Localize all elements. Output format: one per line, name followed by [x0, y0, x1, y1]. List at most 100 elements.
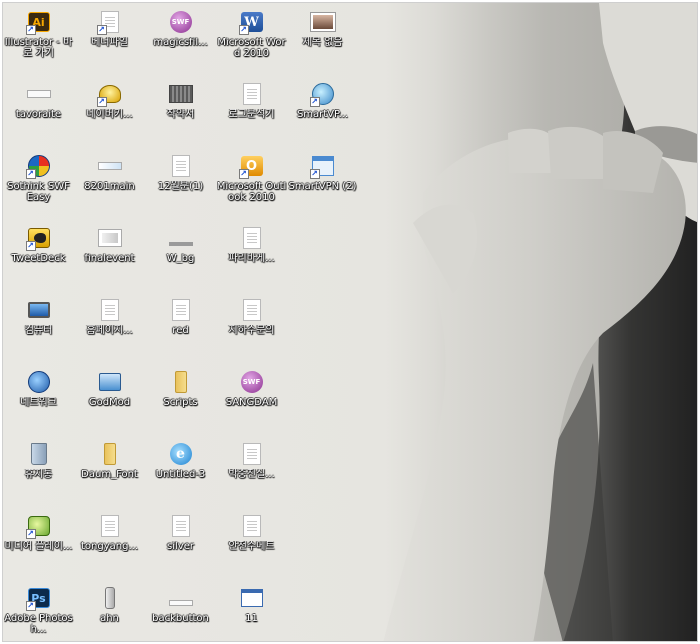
desktop-icon-11[interactable]: 11 — [216, 585, 287, 641]
desktop[interactable]: Ai ↗ Illustrator - 바로 가기 ↗ 베너파일 SWF magi… — [2, 2, 698, 642]
desktop-icon-label: 제목 없음 — [302, 37, 343, 48]
desktop-empty-slot — [287, 513, 358, 585]
recycle-bin-icon — [26, 441, 52, 467]
desktop-icon-label: Untitled-3 — [155, 469, 206, 480]
desktop-icon-label: 파리바게... — [228, 253, 275, 264]
shortcut-arrow-icon: ↗ — [309, 169, 320, 179]
desktop-icon-smartvpn-2[interactable]: ↗ SmartVPN (2) — [287, 153, 358, 225]
desktop-icon-label: W_bg — [166, 253, 195, 264]
ahnlab-icon — [97, 585, 123, 611]
sothink-icon: ↗ — [25, 153, 52, 179]
desktop-icon-scripts[interactable]: Scripts — [145, 369, 216, 441]
desktop-icon-magicsfil[interactable]: SWF magicsfil... — [145, 9, 216, 81]
desktop-icon-label: GodMod — [88, 397, 131, 408]
desktop-icon-sothink-swf-easy[interactable]: ↗ Sothink SWF Easy — [3, 153, 74, 225]
document-icon — [168, 153, 194, 179]
desktop-icon-outlook-2010[interactable]: O ↗ Microsoft Outlook 2010 — [216, 153, 287, 225]
desktop-icon-godmod[interactable]: GodMod — [74, 369, 145, 441]
shortcut-arrow-icon: ↗ — [238, 169, 249, 179]
desktop-icon-label: Adobe Photosh... — [4, 613, 73, 635]
document-icon — [97, 297, 123, 323]
desktop-icon-tongyang[interactable]: tongyang... — [74, 513, 145, 585]
desktop-empty-slot — [287, 585, 358, 641]
desktop-icon-ahn[interactable]: ahn — [74, 585, 145, 641]
document-icon — [168, 513, 194, 539]
desktop-icon-8201main[interactable]: 8201main — [74, 153, 145, 225]
document-icon — [239, 225, 265, 251]
desktop-icon-silver[interactable]: silver — [145, 513, 216, 585]
desktop-icon-tavoraite[interactable]: tavoraite — [3, 81, 74, 153]
desktop-icon-label: 로그분석기 — [228, 109, 275, 120]
desktop-icon-network[interactable]: 네트워크 — [3, 369, 74, 441]
desktop-empty-slot — [287, 369, 358, 441]
shortcut-arrow-icon: ↗ — [25, 241, 36, 251]
desktop-icon-label: 휴지통 — [24, 469, 53, 480]
folder-icon — [97, 441, 123, 467]
file-strip-icon — [97, 153, 123, 179]
desktop-icon-smartvpn[interactable]: ↗ SmartVP... — [287, 81, 358, 153]
desktop-icon-label: 8201main — [84, 181, 135, 192]
desktop-icon-label: 12월분(1) — [157, 181, 204, 192]
desktop-icon-naver-key[interactable]: ↗ 네이버키... — [74, 81, 145, 153]
desktop-icon-banner-file[interactable]: ↗ 베너파일 — [74, 9, 145, 81]
desktop-icon-photoshop[interactable]: Ps ↗ Adobe Photosh... — [3, 585, 74, 641]
desktop-icon-label: tongyang... — [81, 541, 138, 552]
godmode-icon — [97, 369, 123, 395]
desktop-icon-illustrator[interactable]: Ai ↗ Illustrator - 바로 가기 — [3, 9, 74, 81]
desktop-icon-media-player[interactable]: ↗ 미디어 플레이... — [3, 513, 74, 585]
tweetdeck-icon: ↗ — [25, 225, 52, 251]
desktop-icon-label: Illustrator - 바로 가기 — [4, 37, 73, 59]
desktop-icon-safety-meter[interactable]: 안전수메트 — [216, 513, 287, 585]
shortcut-arrow-icon: ↗ — [25, 529, 36, 539]
desktop-icon-daum-font[interactable]: Daum_Font — [74, 441, 145, 513]
desktop-icon-untitled-3[interactable]: e Untitled-3 — [145, 441, 216, 513]
internet-explorer-icon: e — [168, 441, 194, 467]
desktop-icon-w-bg[interactable]: W_bg — [145, 225, 216, 297]
network-icon — [26, 369, 52, 395]
desktop-icon-label: red — [172, 325, 189, 336]
shortcut-arrow-icon: ↗ — [25, 25, 36, 35]
folder-icon — [168, 369, 194, 395]
desktop-icon-label: finalevent — [84, 253, 135, 264]
desktop-icon-december-1[interactable]: 12월분(1) — [145, 153, 216, 225]
desktop-icon-untitled-image[interactable]: 제목 없음 — [287, 9, 358, 81]
desktop-icon-bakjungjinsil[interactable]: 박중진실... — [216, 441, 287, 513]
window-file-icon — [239, 585, 265, 611]
desktop-icon-label: Scripts — [163, 397, 198, 408]
document-icon — [239, 441, 265, 467]
desktop-icon-label: SmartVP... — [296, 109, 349, 120]
image-thumbnail-icon — [309, 9, 336, 35]
shortcut-arrow-icon: ↗ — [25, 169, 36, 179]
desktop-icon-label: Microsoft Word 2010 — [217, 37, 286, 59]
naver-key-icon: ↗ — [96, 81, 123, 107]
document-icon — [239, 297, 265, 323]
desktop-icon-word-2010[interactable]: W ↗ Microsoft Word 2010 — [216, 9, 287, 81]
document-icon — [168, 297, 194, 323]
desktop-icon-recycle-bin[interactable]: 휴지통 — [3, 441, 74, 513]
desktop-icon-label: 박중진실... — [228, 469, 275, 480]
desktop-icon-computer[interactable]: 컴퓨터 — [3, 297, 74, 369]
desktop-icon-label: TweetDeck — [11, 253, 66, 264]
desktop-empty-slot — [287, 441, 358, 513]
document-icon — [239, 81, 265, 107]
desktop-icon-label: 네이버키... — [86, 109, 133, 120]
desktop-icon-jakyakseo[interactable]: 작약서 — [145, 81, 216, 153]
desktop-icon-groundwater-inquiry[interactable]: 지하수문의 — [216, 297, 287, 369]
desktop-icon-paris-baguette[interactable]: 파리바게... — [216, 225, 287, 297]
smartvpn-icon: ↗ — [309, 81, 336, 107]
desktop-icon-label: 네트워크 — [20, 397, 57, 408]
desktop-icon-homepage[interactable]: 홈페이지... — [74, 297, 145, 369]
desktop-icon-backbutton[interactable]: backbutton — [145, 585, 216, 641]
desktop-icon-label: 베너파일 — [91, 37, 128, 48]
desktop-icon-label: 홈페이지... — [86, 325, 133, 336]
desktop-icon-finalevent[interactable]: finalevent — [74, 225, 145, 297]
file-strip-icon — [168, 585, 194, 611]
desktop-icon-tweetdeck[interactable]: ↗ TweetDeck — [3, 225, 74, 297]
shortcut-arrow-icon: ↗ — [238, 25, 249, 35]
desktop-icon-log-analyzer[interactable]: 로그분석기 — [216, 81, 287, 153]
computer-icon — [26, 297, 52, 323]
shortcut-arrow-icon: ↗ — [309, 97, 320, 107]
desktop-icon-red[interactable]: red — [145, 297, 216, 369]
desktop-icon-sangdam[interactable]: SWF SANGDAM — [216, 369, 287, 441]
desktop-icon-label: 작약서 — [166, 109, 195, 120]
